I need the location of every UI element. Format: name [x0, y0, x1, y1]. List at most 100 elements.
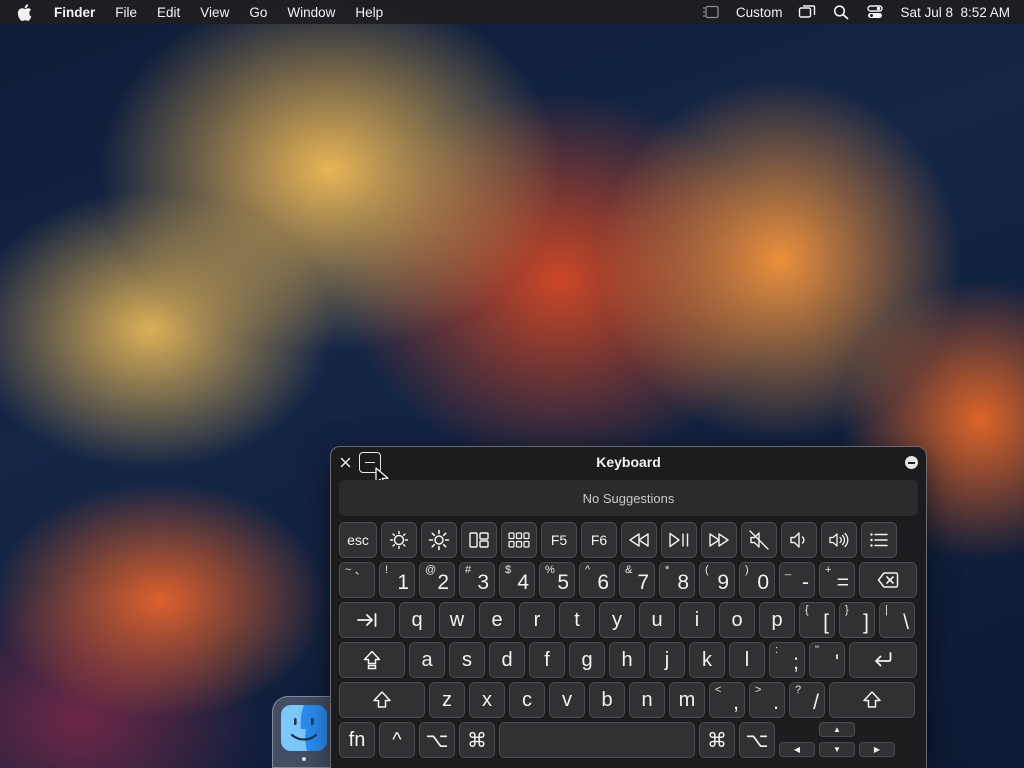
key-equals[interactable]: + = — [819, 562, 855, 598]
key-4[interactable]: $4 — [499, 562, 535, 598]
key-fn[interactable]: fn — [339, 722, 375, 758]
key-minus[interactable]: _ - — [779, 562, 815, 598]
key-return[interactable] — [849, 642, 917, 678]
key-2[interactable]: @2 — [419, 562, 455, 598]
key-backslash[interactable]: | \ — [879, 602, 915, 638]
key-brightness-down[interactable] — [381, 522, 417, 558]
key-primary-label: , — [733, 691, 739, 714]
key-n[interactable]: n — [629, 682, 665, 718]
key-f6[interactable]: F6 — [581, 522, 617, 558]
key-b[interactable]: b — [589, 682, 625, 718]
menu-help[interactable]: Help — [355, 5, 383, 20]
more-icon — [908, 461, 915, 464]
key-q[interactable]: q — [399, 602, 435, 638]
key-semicolon[interactable]: :; — [769, 642, 805, 678]
key-slash[interactable]: ? / — [789, 682, 825, 718]
key-fast-forward[interactable] — [701, 522, 737, 558]
key-o[interactable]: o — [719, 602, 755, 638]
key-x[interactable]: x — [469, 682, 505, 718]
control-center-icon[interactable] — [866, 4, 884, 20]
menu-bar-clock[interactable]: Sat Jul 8 8:52 AM — [900, 5, 1010, 20]
key-play-pause[interactable] — [661, 522, 697, 558]
key-tab[interactable] — [339, 602, 395, 638]
key-delete[interactable] — [859, 562, 917, 598]
key-arrow-down[interactable]: ▼ — [819, 742, 855, 757]
key-arrow-up[interactable]: ▲ — [819, 722, 855, 737]
key-d[interactable]: d — [489, 642, 525, 678]
key-8[interactable]: * 8 — [659, 562, 695, 598]
key-arrow-left[interactable]: ◀ — [779, 742, 815, 757]
top-letter-row: q w e r t y u i o p {[ }] | \ — [339, 602, 919, 638]
key-u[interactable]: u — [639, 602, 675, 638]
key-left-option[interactable]: ⌥ — [419, 722, 455, 758]
key-space[interactable] — [499, 722, 695, 758]
key-l[interactable]: l — [729, 642, 765, 678]
key-list[interactable] — [861, 522, 897, 558]
key-launchpad[interactable] — [501, 522, 537, 558]
key-t[interactable]: t — [559, 602, 595, 638]
menu-edit[interactable]: Edit — [157, 5, 180, 20]
keyboard-viewer-status-icon[interactable] — [702, 4, 720, 20]
key-9[interactable]: (9 — [699, 562, 735, 598]
key-j[interactable]: j — [649, 642, 685, 678]
key-quote[interactable]: " ' — [809, 642, 845, 678]
key-right-shift[interactable] — [829, 682, 915, 718]
key-left-command[interactable]: ⌘ — [459, 722, 495, 758]
key-volume-up[interactable] — [821, 522, 857, 558]
key-k[interactable]: k — [689, 642, 725, 678]
key-c[interactable]: c — [509, 682, 545, 718]
key-arrow-right[interactable]: ▶ — [859, 742, 895, 757]
options-button[interactable] — [905, 456, 918, 469]
key-e[interactable]: e — [479, 602, 515, 638]
key-5[interactable]: % 5 — [539, 562, 575, 598]
menu-file[interactable]: File — [115, 5, 137, 20]
mute-icon — [749, 530, 769, 550]
key-z[interactable]: z — [429, 682, 465, 718]
finder-icon[interactable] — [281, 705, 327, 751]
screen-mirroring-icon[interactable] — [798, 4, 816, 20]
brightness-down-icon — [389, 530, 409, 550]
apple-icon[interactable] — [16, 3, 32, 21]
key-i[interactable]: i — [679, 602, 715, 638]
app-name-menu[interactable]: Finder — [54, 5, 95, 20]
key-mute[interactable] — [741, 522, 777, 558]
key-7[interactable]: & 7 — [619, 562, 655, 598]
key-h[interactable]: h — [609, 642, 645, 678]
key-esc[interactable]: esc — [339, 522, 377, 558]
key-w[interactable]: w — [439, 602, 475, 638]
input-source-menu[interactable]: Custom — [736, 5, 783, 20]
key-left-bracket[interactable]: {[ — [799, 602, 835, 638]
menu-window[interactable]: Window — [287, 5, 335, 20]
key-p[interactable]: p — [759, 602, 795, 638]
key-s[interactable]: s — [449, 642, 485, 678]
key-left-shift[interactable] — [339, 682, 425, 718]
key-comma[interactable]: <, — [709, 682, 745, 718]
key-caps-lock[interactable] — [339, 642, 405, 678]
key-0[interactable]: ) 0 — [739, 562, 775, 598]
key-right-command[interactable]: ⌘ — [699, 722, 735, 758]
key-g[interactable]: g — [569, 642, 605, 678]
key-rewind[interactable] — [621, 522, 657, 558]
key-y[interactable]: y — [599, 602, 635, 638]
key-m[interactable]: m — [669, 682, 705, 718]
key-right-option[interactable]: ⌥ — [739, 722, 775, 758]
key-r[interactable]: r — [519, 602, 555, 638]
key-control[interactable]: ^ — [379, 722, 415, 758]
key-a[interactable]: a — [409, 642, 445, 678]
key-f5[interactable]: F5 — [541, 522, 577, 558]
key-volume-down[interactable] — [781, 522, 817, 558]
keyboard-viewer-titlebar[interactable]: Keyboard — [331, 447, 926, 486]
key-f[interactable]: f — [529, 642, 565, 678]
key-brightness-up[interactable] — [421, 522, 457, 558]
key-right-bracket[interactable]: }] — [839, 602, 875, 638]
spotlight-search-icon[interactable] — [832, 4, 850, 20]
key-3[interactable]: #3 — [459, 562, 495, 598]
key-v[interactable]: v — [549, 682, 585, 718]
menu-go[interactable]: Go — [249, 5, 267, 20]
key-grave[interactable]: ~ ` — [339, 562, 375, 598]
key-mission-control[interactable] — [461, 522, 497, 558]
key-1[interactable]: ! 1 — [379, 562, 415, 598]
key-period[interactable]: >. — [749, 682, 785, 718]
menu-view[interactable]: View — [200, 5, 229, 20]
key-6[interactable]: ^ 6 — [579, 562, 615, 598]
